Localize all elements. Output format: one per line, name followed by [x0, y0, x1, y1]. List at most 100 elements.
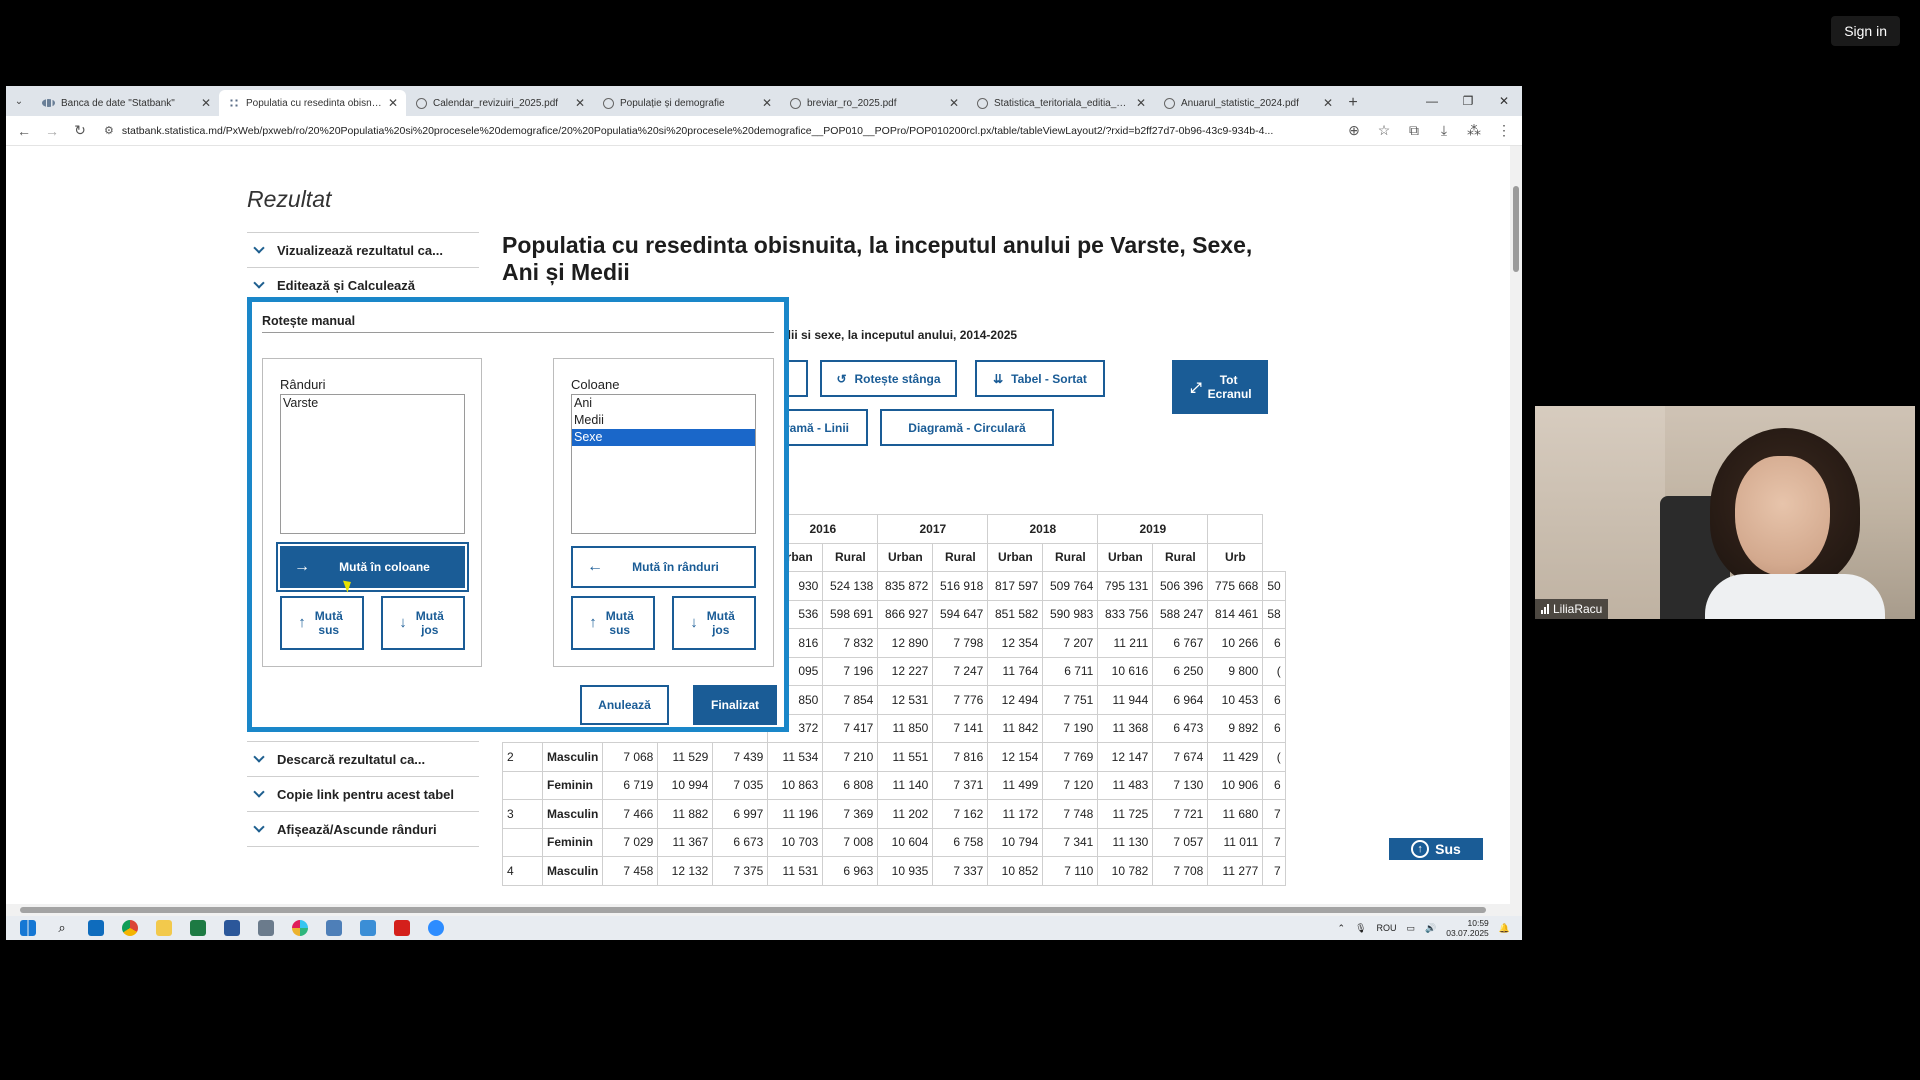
value-cell: 10 994: [657, 770, 714, 800]
value-cell: 10 863: [767, 770, 824, 800]
participant-video: LiliaRacu: [1535, 406, 1915, 619]
web-page: Rezultat Vizualizează rezultatul ca... Ed…: [6, 146, 1522, 916]
area-header: Urban: [877, 542, 934, 572]
list-option[interactable]: Varste: [281, 395, 464, 412]
chrome-icon[interactable]: [120, 919, 140, 937]
close-tab-icon[interactable]: ✕: [575, 96, 585, 110]
value-cell: 11 944: [1097, 685, 1154, 715]
outlook-icon[interactable]: [86, 919, 106, 937]
forward-icon[interactable]: →: [40, 119, 64, 143]
value-cell: 7 210: [822, 742, 879, 772]
browser-tab[interactable]: Banca de date "Statbank" ✕: [32, 90, 219, 116]
horizontal-scrollbar[interactable]: [6, 904, 1510, 916]
close-tab-icon[interactable]: ✕: [1136, 96, 1146, 110]
side-menu-item[interactable]: Descarcă rezultatul ca...: [247, 741, 479, 776]
menu-dots-icon[interactable]: ⋮: [1492, 119, 1516, 143]
value-cell: 10 453: [1207, 685, 1264, 715]
windows-start-icon[interactable]: [18, 919, 38, 937]
list-option[interactable]: Medii: [572, 412, 755, 429]
download-icon[interactable]: ⤓: [1432, 119, 1456, 143]
age-cell: 2: [502, 742, 543, 772]
browser-tab[interactable]: Anuarul_statistic_2024.pdf ✕: [1154, 90, 1341, 116]
list-option[interactable]: Ani: [572, 395, 755, 412]
close-tab-icon[interactable]: ✕: [201, 96, 211, 110]
fullscreen-button[interactable]: ⤢ Tot Ecranul: [1172, 360, 1268, 414]
zoom-icon[interactable]: ⊕: [1342, 119, 1366, 143]
extensions-icon[interactable]: ⧉: [1402, 119, 1426, 143]
new-tab-button[interactable]: +: [1341, 90, 1365, 116]
tab-title: Populație și demografie: [620, 97, 725, 109]
profile-icon[interactable]: ⁂: [1462, 119, 1486, 143]
notifications-icon[interactable]: 🔔: [1499, 923, 1510, 934]
browser-tab[interactable]: Calendar_revizuiri_2025.pdf ✕: [406, 90, 593, 116]
calculator-icon[interactable]: [256, 919, 276, 937]
zoom-app-icon[interactable]: [426, 919, 446, 937]
restore-icon[interactable]: ❐: [1450, 86, 1486, 116]
volume-icon[interactable]: 🔊: [1425, 923, 1436, 934]
browser-tab[interactable]: Statistica_teritoriala_editia_2024 ✕: [967, 90, 1154, 116]
network-icon[interactable]: ▭: [1407, 923, 1416, 934]
rows-move-up-button[interactable]: ↑ Mută sus: [280, 596, 364, 650]
cancel-button[interactable]: Anulează: [580, 685, 669, 725]
side-menu-item[interactable]: Copie link pentru acest tabel: [247, 776, 479, 811]
site-info-icon[interactable]: ⚙: [104, 124, 114, 137]
table-row: Feminin 6 719 10 994 7 035 10 863 6 808 11 140…: [502, 770, 1286, 800]
file-explorer-icon[interactable]: [154, 919, 174, 937]
close-window-icon[interactable]: ✕: [1486, 86, 1522, 116]
list-option[interactable]: Sexe: [572, 429, 755, 446]
value-cell: 6 711: [1042, 656, 1099, 686]
reload-icon[interactable]: ↻: [68, 119, 92, 143]
table-row: Feminin 7 029 11 367 6 673 10 703 7 008 10 604…: [502, 827, 1286, 857]
table-sorted-button[interactable]: ⇊ Tabel - Sortat: [975, 360, 1105, 397]
vertical-scrollbar[interactable]: [1510, 146, 1522, 916]
language-indicator[interactable]: ROU: [1377, 923, 1397, 933]
search-icon[interactable]: ⌕: [52, 919, 72, 937]
move-to-rows-button[interactable]: ← Mută în rânduri: [571, 546, 756, 588]
close-tab-icon[interactable]: ✕: [388, 96, 398, 110]
side-menu-item[interactable]: Vizualizează rezultatul ca...: [247, 232, 479, 267]
back-icon[interactable]: ←: [12, 119, 36, 143]
value-cell: 7 162: [932, 799, 989, 829]
close-tab-icon[interactable]: ✕: [762, 96, 772, 110]
close-tab-icon[interactable]: ✕: [1323, 96, 1333, 110]
value-cell: 11 680: [1207, 799, 1264, 829]
address-bar[interactable]: ⚙ statbank.statistica.md/PxWeb/pxweb/ro/…: [96, 120, 1338, 142]
slack-icon[interactable]: [290, 919, 310, 937]
arrow-left-icon: ←: [587, 558, 603, 575]
browser-tab[interactable]: Populație și demografie ✕: [593, 90, 780, 116]
statbank-icon: [42, 99, 55, 107]
close-tab-icon[interactable]: ✕: [949, 96, 959, 110]
move-to-columns-button[interactable]: → Mută în coloane: [276, 542, 469, 592]
bookmark-star-icon[interactable]: ☆: [1372, 119, 1396, 143]
snipping-tool-icon[interactable]: [324, 919, 344, 937]
value-cell: 7 816: [932, 742, 989, 772]
rotate-left-button[interactable]: ↺ Rotește stânga: [820, 360, 957, 397]
tab-title: Statistica_teritoriala_editia_2024: [994, 97, 1130, 109]
microphone-icon[interactable]: 🎙: [1355, 923, 1366, 934]
notepad-icon[interactable]: [358, 919, 378, 937]
clock[interactable]: 10:59 03.07.2025: [1446, 918, 1489, 938]
acrobat-icon[interactable]: [392, 919, 412, 937]
pie-chart-button[interactable]: Diagramă - Circulară: [880, 409, 1054, 446]
rows-move-down-button[interactable]: ↓ Mută jos: [381, 596, 465, 650]
minimize-icon[interactable]: —: [1414, 86, 1450, 116]
sign-in-button[interactable]: Sign in: [1831, 16, 1900, 46]
tab-strip: ⌄ Banca de date "Statbank" ✕ Populatia c…: [6, 86, 1522, 116]
tab-search-chevron-icon[interactable]: ⌄: [6, 86, 32, 116]
value-cell: 12 132: [657, 856, 714, 886]
word-icon[interactable]: [222, 919, 242, 937]
columns-listbox[interactable]: Ani Medii Sexe: [571, 394, 756, 534]
chevron-down-icon: [253, 242, 265, 254]
browser-tab[interactable]: breviar_ro_2025.pdf ✕: [780, 90, 967, 116]
side-menu-item[interactable]: Afișează/Ascunde rânduri: [247, 811, 479, 846]
tray-chevron-icon[interactable]: ⌃: [1338, 923, 1346, 934]
excel-icon[interactable]: [188, 919, 208, 937]
browser-tab[interactable]: Populatia cu resedinta obisnuită ✕: [219, 90, 406, 116]
cols-move-up-button[interactable]: ↑ Mută sus: [571, 596, 655, 650]
finish-button[interactable]: Finalizat: [693, 685, 777, 725]
back-to-top-button[interactable]: ↑ Sus: [1389, 838, 1483, 860]
value-cell: 7 337: [932, 856, 989, 886]
cols-move-down-button[interactable]: ↓ Mută jos: [672, 596, 756, 650]
value-cell: 11 202: [877, 799, 934, 829]
rows-listbox[interactable]: Varste: [280, 394, 465, 534]
